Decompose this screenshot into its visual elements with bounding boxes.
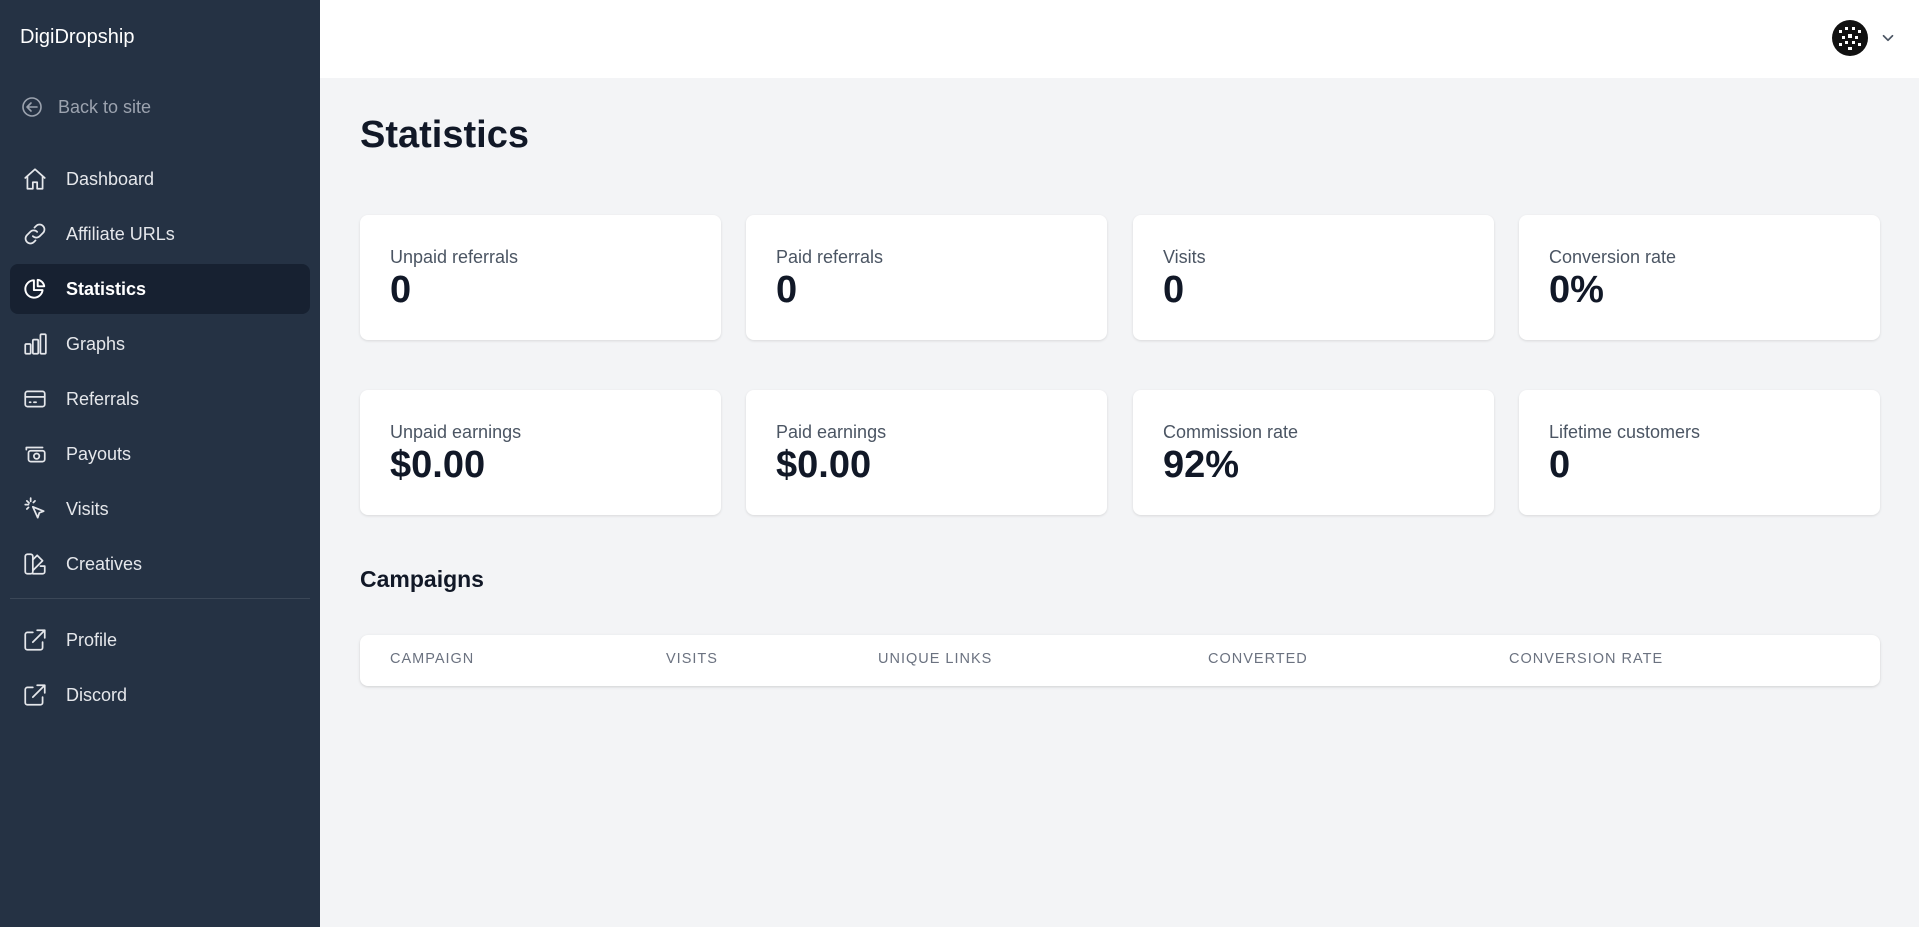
credit-card-icon [24,390,46,408]
stat-card-unpaid-earnings: Unpaid earnings $0.00 [360,390,721,515]
stat-card-commission-rate: Commission rate 92% [1133,390,1494,515]
sidebar-item-graphs[interactable]: Graphs [10,319,310,369]
top-bar [320,0,1919,78]
column-header-converted[interactable]: CONVERTED [1208,651,1308,667]
stat-card-lifetime-customers: Lifetime customers 0 [1519,390,1880,515]
chart-pie-icon [24,278,46,299]
sidebar-item-creatives[interactable]: Creatives [10,539,310,589]
brand-name[interactable]: DigiDropship [20,26,135,49]
stat-label: Paid referrals [776,247,884,267]
stat-label: Lifetime customers [1549,422,1701,442]
secondary-nav: Profile Discord [10,615,310,725]
sidebar-item-label: Visits [66,498,109,519]
cash-icon [25,446,46,463]
stat-value: 0 [1549,444,1571,486]
sidebar-item-label: Creatives [66,553,143,574]
chart-bar-icon [24,333,47,355]
stat-card-conversion-rate: Conversion rate 0% [1519,215,1880,340]
stat-value: 0 [390,269,412,311]
stat-value: $0.00 [776,444,872,486]
sidebar: DigiDropship Back to site Dashboard Affi… [0,0,320,927]
sidebar-item-label: Affiliate URLs [66,223,175,244]
sidebar-item-label: Payouts [66,443,132,464]
sidebar-item-payouts[interactable]: Payouts [10,429,310,479]
column-header-unique-links[interactable]: UNIQUE LINKS [878,651,992,667]
sidebar-item-label: Discord [66,684,128,705]
back-to-site-label: Back to site [58,96,152,117]
color-swatch-icon [24,553,46,575]
user-menu-button[interactable] [1829,17,1897,59]
sidebar-item-label: Dashboard [66,168,155,189]
sidebar-item-dashboard[interactable]: Dashboard [10,154,310,204]
home-icon [24,168,46,190]
external-link-icon [24,684,46,706]
campaigns-title: Campaigns [360,566,484,592]
back-to-site-link[interactable]: Back to site [20,94,151,120]
sidebar-item-discord[interactable]: Discord [10,670,310,720]
avatar [1829,17,1871,59]
stat-label: Commission rate [1163,422,1299,442]
stat-card-paid-earnings: Paid earnings $0.00 [746,390,1107,515]
arrow-circle-left-icon [22,97,42,117]
stat-card-paid-referrals: Paid referrals 0 [746,215,1107,340]
sidebar-item-affiliate-urls[interactable]: Affiliate URLs [10,209,310,259]
stat-label: Visits [1163,247,1206,267]
stat-value: 92% [1163,444,1240,486]
external-link-icon [24,629,46,651]
campaigns-table: CAMPAIGN VISITS UNIQUE LINKS CONVERTED C… [360,635,1880,686]
page-title: Statistics [360,114,529,156]
stat-label: Paid earnings [776,422,887,442]
stat-label: Conversion rate [1549,247,1677,267]
stat-card-unpaid-referrals: Unpaid referrals 0 [360,215,721,340]
sidebar-item-label: Statistics [66,278,147,299]
stat-value: 0% [1549,269,1604,311]
stat-value: 0 [776,269,798,311]
chevron-down-icon [1882,34,1894,42]
column-header-conversion-rate[interactable]: CONVERSION RATE [1509,651,1663,667]
sidebar-item-label: Referrals [66,388,140,409]
column-header-visits[interactable]: VISITS [666,651,718,667]
sidebar-divider [10,598,310,599]
stat-label: Unpaid referrals [390,247,519,267]
sidebar-item-label: Profile [66,629,118,650]
main-nav: Dashboard Affiliate URLs Statistics Grap… [10,154,310,594]
sidebar-item-referrals[interactable]: Referrals [10,374,310,424]
cursor-click-icon [24,497,45,519]
sidebar-item-visits[interactable]: Visits [10,484,310,534]
sidebar-item-statistics[interactable]: Statistics [10,264,310,314]
sidebar-item-profile[interactable]: Profile [10,615,310,665]
link-icon [24,223,46,245]
stat-value: $0.00 [390,444,486,486]
column-header-campaign[interactable]: CAMPAIGN [390,651,474,667]
sidebar-item-label: Graphs [66,333,126,354]
stat-value: 0 [1163,269,1185,311]
stat-label: Unpaid earnings [390,422,522,442]
stat-card-visits: Visits 0 [1133,215,1494,340]
